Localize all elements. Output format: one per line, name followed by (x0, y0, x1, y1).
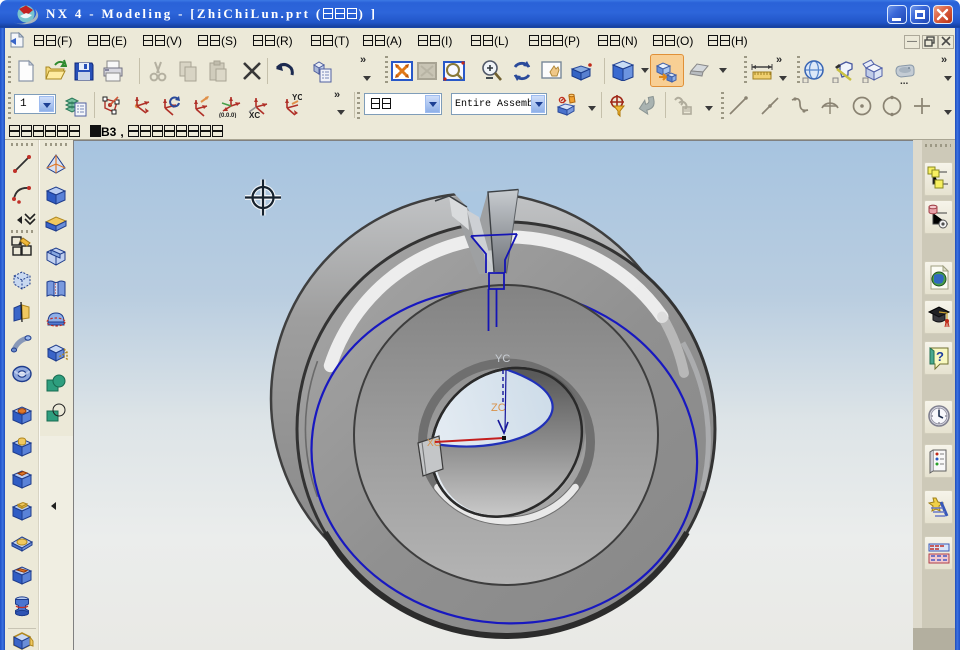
svg-text:XC: XC (427, 438, 441, 449)
svg-text:YC: YC (292, 94, 302, 102)
svg-text:ZC: ZC (491, 402, 506, 414)
svg-text:(0.0.0): (0.0.0) (219, 113, 236, 118)
svg-text:YC: YC (495, 353, 510, 365)
svg-text:?: ? (936, 349, 944, 364)
svg-text:XC: XC (249, 111, 260, 118)
